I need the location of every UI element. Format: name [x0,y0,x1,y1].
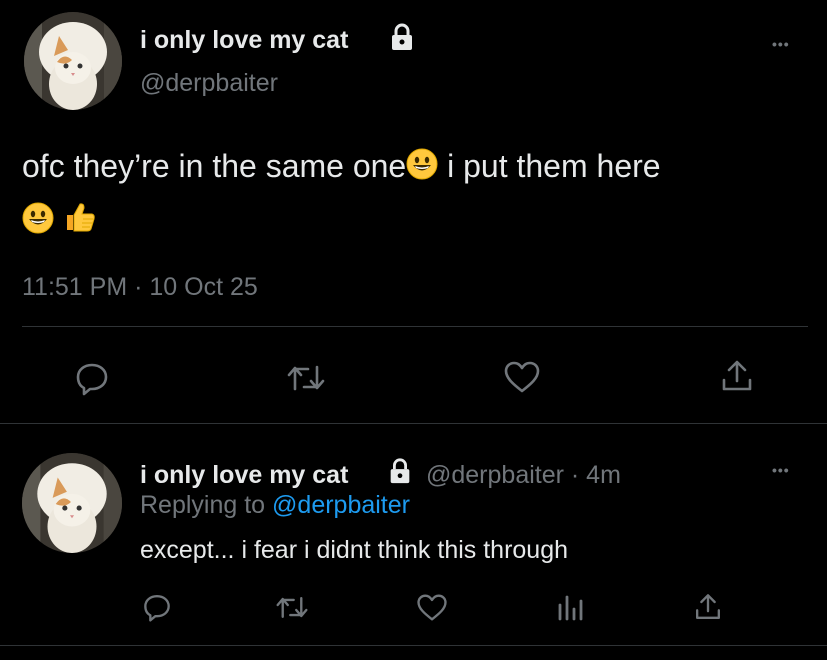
divider [22,326,808,327]
tweet-text-part2: i put them here [438,148,661,184]
divider [0,423,827,424]
like-icon[interactable] [503,360,541,394]
display-name[interactable]: i only love my cat [140,25,348,55]
avatar[interactable] [24,12,122,110]
grinning-face-emoji-icon [406,143,438,195]
replying-to: Replying to @derpbaiter [140,490,410,520]
grinning-face-emoji-icon [22,197,54,249]
retweet-icon[interactable] [286,362,326,394]
like-icon[interactable] [416,593,448,622]
reply-icon[interactable] [142,592,172,622]
cat-avatar-image [24,12,122,110]
avatar[interactable] [22,453,122,553]
reply-icon[interactable] [74,360,110,396]
cat-avatar-image [22,453,122,553]
reply-display-name[interactable]: i only love my cat [140,460,348,490]
reply-handle-time[interactable]: @derpbaiter · 4m [426,460,621,490]
retweet-icon[interactable] [275,594,309,621]
thumbs-up-emoji-icon [63,197,97,249]
lock-icon [387,22,417,52]
analytics-icon[interactable] [555,592,585,622]
tweet-text-part1: ofc they’re in the same one [22,148,407,184]
divider [0,645,827,646]
replying-to-handle-link[interactable]: @derpbaiter [272,491,410,519]
tweet-text: ofc they’re in the same one i put them h… [22,140,812,249]
share-icon[interactable] [719,358,755,394]
replying-to-label: Replying to [140,491,273,519]
timestamp[interactable]: 11:51 PM · 10 Oct 25 [22,272,258,302]
more-options-icon[interactable]: ••• [772,462,790,478]
share-icon[interactable] [693,592,723,622]
handle[interactable]: @derpbaiter [140,68,278,98]
lock-icon [386,457,414,485]
more-options-icon[interactable]: ••• [772,36,790,52]
reply-text: except... i fear i didnt think this thro… [140,536,569,564]
